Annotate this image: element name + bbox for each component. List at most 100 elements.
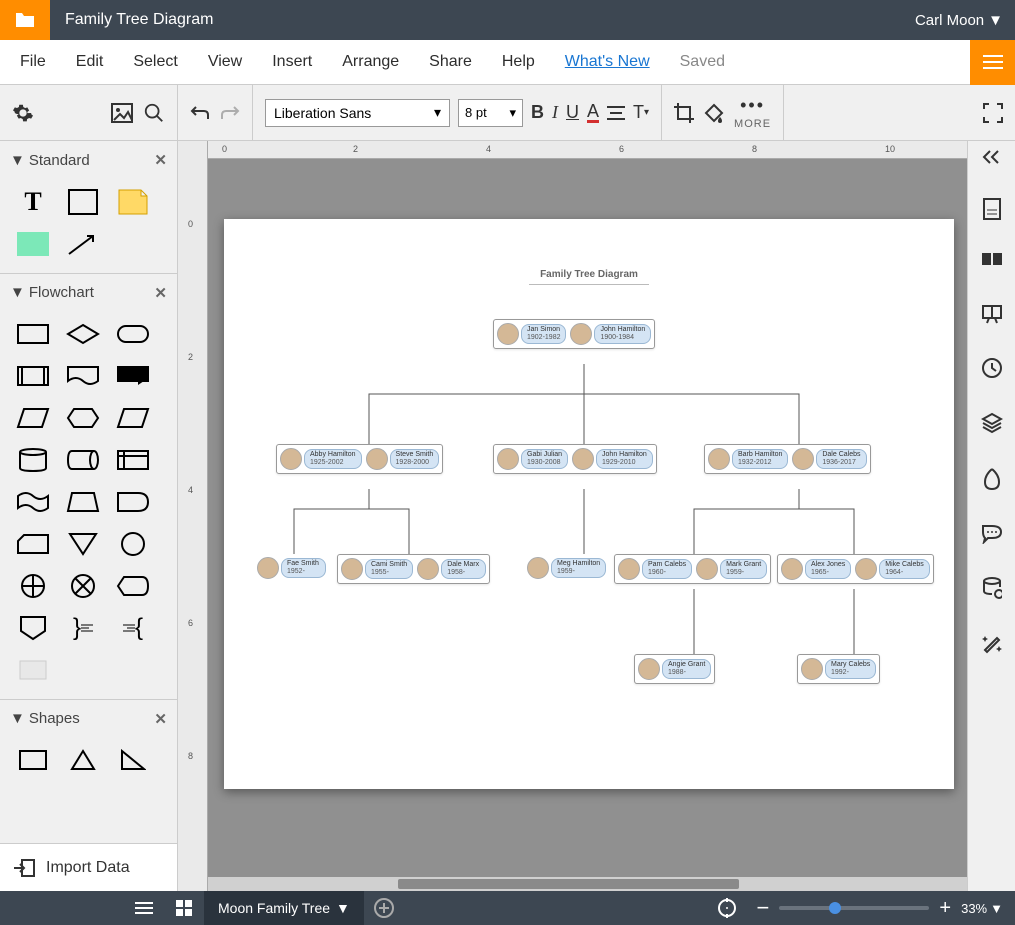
- chat-icon[interactable]: [981, 524, 1003, 547]
- zoom-out-button[interactable]: −: [757, 895, 770, 921]
- presentation-icon[interactable]: [981, 304, 1003, 327]
- diagram-title[interactable]: Family Tree Diagram: [529, 219, 649, 285]
- zoom-in-button[interactable]: +: [939, 897, 951, 920]
- shape-rect[interactable]: [14, 745, 52, 775]
- list-view-icon[interactable]: [124, 901, 164, 915]
- font-select[interactable]: Liberation Sans▾: [265, 99, 450, 127]
- person-box-gen3bc[interactable]: Cami Smith1955- Dale Marx1958-: [337, 554, 490, 584]
- person-box-gen1[interactable]: Jan Simon1902-1982 John Hamilton1900-198…: [493, 319, 655, 349]
- import-data-button[interactable]: Import Data: [0, 843, 177, 891]
- section-standard-header[interactable]: ▼ Standard ✕: [0, 141, 177, 179]
- fc-data[interactable]: [14, 403, 52, 433]
- fc-database[interactable]: [14, 445, 52, 475]
- magic-icon[interactable]: [981, 632, 1003, 657]
- fc-tape[interactable]: [14, 487, 52, 517]
- fc-brace-right[interactable]: }: [64, 613, 102, 643]
- fill-button[interactable]: [704, 103, 724, 123]
- page[interactable]: Family Tree Diagram Jan Simon1902-1982 J…: [224, 219, 954, 789]
- fullscreen-button[interactable]: [983, 103, 1003, 123]
- fc-summing[interactable]: [64, 571, 102, 601]
- settings-button[interactable]: [12, 102, 34, 124]
- fc-internal-storage[interactable]: [114, 445, 152, 475]
- fc-delay[interactable]: [114, 487, 152, 517]
- fc-manual-input[interactable]: [64, 487, 102, 517]
- fc-or[interactable]: [14, 571, 52, 601]
- fc-offpage[interactable]: [14, 613, 52, 643]
- collapse-panel-button[interactable]: [982, 149, 1002, 168]
- fc-process[interactable]: [14, 319, 52, 349]
- close-icon[interactable]: ✕: [154, 284, 167, 302]
- fc-preparation[interactable]: [64, 403, 102, 433]
- search-button[interactable]: [143, 102, 165, 124]
- menu-file[interactable]: File: [20, 53, 46, 71]
- person-box-gen4a[interactable]: Angie Grant1988-: [634, 654, 715, 684]
- person-box-gen2b[interactable]: Gabi Julian1930-2008 John Hamilton1929-2…: [493, 444, 657, 474]
- close-icon[interactable]: ✕: [154, 151, 167, 169]
- bold-button[interactable]: B: [531, 102, 544, 123]
- redo-button[interactable]: [220, 105, 240, 121]
- menu-share[interactable]: Share: [429, 53, 472, 71]
- person-box-gen2a[interactable]: Abby Hamilton1925-2002 Steve Smith1928-2…: [276, 444, 443, 474]
- fc-decision[interactable]: [64, 319, 102, 349]
- fc-connector[interactable]: [114, 529, 152, 559]
- crop-button[interactable]: [674, 103, 694, 123]
- person-box-gen3e[interactable]: Pam Calebs1960- Mark Grant1959-: [614, 554, 771, 584]
- app-logo[interactable]: [0, 0, 50, 40]
- text-color-button[interactable]: A: [587, 102, 599, 123]
- zoom-slider[interactable]: [779, 906, 929, 910]
- fc-card[interactable]: [14, 529, 52, 559]
- text-style-button[interactable]: T▾: [633, 102, 649, 123]
- add-page-button[interactable]: [364, 898, 404, 918]
- align-button[interactable]: [607, 106, 625, 120]
- person-box-gen2c[interactable]: Barb Hamilton1932-2012 Dale Calebs1936-2…: [704, 444, 871, 474]
- menu-arrange[interactable]: Arrange: [342, 53, 399, 71]
- fc-callout[interactable]: [114, 361, 152, 391]
- note-shape[interactable]: [114, 187, 152, 217]
- fc-display[interactable]: [114, 571, 152, 601]
- person-box-gen4b[interactable]: Mary Calebs1992-: [797, 654, 880, 684]
- layers-icon[interactable]: [981, 412, 1003, 437]
- page-tab[interactable]: Moon Family Tree▼: [204, 891, 364, 925]
- target-icon[interactable]: [707, 898, 747, 918]
- horizontal-scrollbar[interactable]: [208, 877, 967, 891]
- fc-brace-left[interactable]: {: [114, 613, 152, 643]
- data-icon[interactable]: [982, 577, 1002, 602]
- shape-right-triangle[interactable]: [114, 745, 152, 775]
- menu-view[interactable]: View: [208, 53, 242, 71]
- arrow-shape[interactable]: [64, 229, 102, 259]
- undo-button[interactable]: [190, 105, 210, 121]
- text-shape[interactable]: T: [14, 187, 52, 217]
- fc-predefined[interactable]: [14, 361, 52, 391]
- whats-new-link[interactable]: What's New: [565, 53, 650, 71]
- underline-button[interactable]: U: [566, 102, 579, 123]
- close-icon[interactable]: ✕: [154, 710, 167, 728]
- image-button[interactable]: [111, 103, 133, 123]
- menu-insert[interactable]: Insert: [272, 53, 312, 71]
- canvas[interactable]: Family Tree Diagram Jan Simon1902-1982 J…: [208, 159, 967, 891]
- fontsize-select[interactable]: 8 pt▾: [458, 99, 523, 127]
- highlight-shape[interactable]: [14, 229, 52, 259]
- fc-direct-data[interactable]: [64, 445, 102, 475]
- hamburger-menu[interactable]: [970, 40, 1015, 85]
- shape-triangle[interactable]: [64, 745, 102, 775]
- more-button[interactable]: ••• MORE: [734, 95, 771, 130]
- fc-terminator[interactable]: [114, 319, 152, 349]
- person-box-gen3d[interactable]: Meg Hamilton1959-: [524, 554, 609, 582]
- paint-icon[interactable]: [983, 467, 1001, 494]
- fc-merge[interactable]: [64, 529, 102, 559]
- fc-parallelogram[interactable]: [114, 403, 152, 433]
- history-icon[interactable]: [981, 357, 1003, 382]
- menu-select[interactable]: Select: [133, 53, 177, 71]
- zoom-level[interactable]: 33%▼: [961, 901, 1003, 916]
- italic-button[interactable]: I: [552, 102, 558, 123]
- grid-view-icon[interactable]: [164, 900, 204, 916]
- menu-edit[interactable]: Edit: [76, 53, 104, 71]
- menu-help[interactable]: Help: [502, 53, 535, 71]
- fc-document[interactable]: [64, 361, 102, 391]
- comment-icon[interactable]: [982, 253, 1002, 274]
- fc-block[interactable]: [14, 655, 52, 685]
- person-box-gen3a[interactable]: Fae Smith1952-: [254, 554, 329, 582]
- document-title[interactable]: Family Tree Diagram: [50, 11, 915, 29]
- section-flowchart-header[interactable]: ▼ Flowchart ✕: [0, 273, 177, 311]
- user-menu[interactable]: Carl Moon ▼: [915, 12, 1015, 29]
